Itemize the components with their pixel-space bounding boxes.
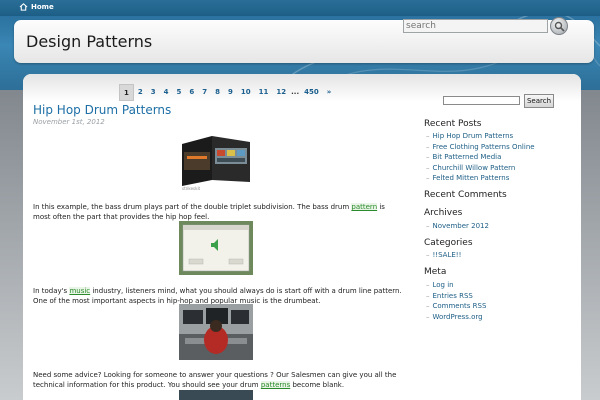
page-link[interactable]: 4 [160, 84, 173, 101]
page-link[interactable]: 8 [211, 84, 224, 101]
meta-heading: Meta [424, 267, 447, 277]
archives-heading: Archives [424, 208, 463, 218]
content-card [23, 74, 581, 400]
recent-post-link[interactable]: Hip Hop Drum Patterns [426, 131, 535, 142]
categories-list: !!SALE!! [426, 250, 462, 261]
recent-comments-heading: Recent Comments [424, 190, 507, 200]
pagination: 1 2 3 4 5 6 7 8 9 10 11 12 ... 450 » [119, 84, 335, 101]
top-nav-bar: Home [0, 0, 600, 16]
category-link[interactable]: !!SALE!! [426, 250, 462, 261]
sidebar-search-button[interactable]: Search [524, 94, 554, 108]
post-title[interactable]: Hip Hop Drum Patterns [33, 103, 171, 117]
page-link[interactable]: 5 [173, 84, 186, 101]
recent-posts-list: Hip Hop Drum Patterns Free Clothing Patt… [426, 131, 535, 184]
categories-heading: Categories [424, 238, 473, 248]
post-paragraph-2: In today's music industry, listeners min… [33, 286, 403, 306]
page-link[interactable]: 6 [185, 84, 198, 101]
page-link[interactable]: 2 [134, 84, 147, 101]
home-link-label: Home [31, 3, 54, 11]
product-box-image: strikeskit [178, 132, 254, 190]
patterns-link[interactable]: patterns [260, 381, 291, 389]
archive-link[interactable]: November 2012 [426, 221, 489, 232]
paragraph-text: become blank. [290, 381, 345, 389]
paragraph-text: In this example, the bass drum plays par… [33, 203, 352, 211]
music-link[interactable]: music [69, 287, 91, 295]
page-link-last[interactable]: 450 [300, 84, 323, 101]
home-icon [19, 3, 28, 11]
recent-post-link[interactable]: Bit Patterned Media [426, 152, 535, 163]
partial-image [179, 390, 253, 400]
page-next[interactable]: » [323, 84, 336, 101]
page-link[interactable]: 7 [198, 84, 211, 101]
page-link[interactable]: 9 [224, 84, 237, 101]
meta-link[interactable]: Entries RSS [426, 291, 486, 302]
page-link[interactable]: 3 [147, 84, 160, 101]
studio-photo [179, 304, 253, 360]
page-link[interactable]: 12 [272, 84, 290, 101]
paragraph-text: In today's [33, 287, 70, 295]
page-ellipsis: ... [291, 88, 300, 96]
software-dialog-image [179, 221, 253, 275]
search-icon [554, 21, 565, 32]
meta-link[interactable]: Comments RSS [426, 301, 487, 312]
meta-link[interactable]: WordPress.org [426, 312, 486, 323]
pattern-link[interactable]: pattern [351, 203, 378, 211]
page-link[interactable]: 10 [237, 84, 255, 101]
svg-text:strikeskit: strikeskit [182, 186, 201, 190]
post-date: November 1st, 2012 [33, 118, 105, 126]
page-link[interactable]: 11 [255, 84, 273, 101]
post-paragraph-3: Need some advice? Looking for someone to… [33, 370, 403, 390]
post-paragraph-1: In this example, the bass drum plays par… [33, 202, 403, 222]
recent-post-link[interactable]: Felted Mitten Patterns [426, 173, 535, 184]
home-link[interactable]: Home [19, 3, 54, 11]
recent-post-link[interactable]: Churchill Willow Pattern [426, 163, 535, 174]
page-current: 1 [119, 84, 134, 101]
header-search-input[interactable] [403, 19, 548, 33]
meta-link[interactable]: Log in [426, 280, 486, 291]
meta-list: Log in Entries RSS Comments RSS WordPres… [426, 280, 487, 323]
sidebar-search-input[interactable] [443, 96, 520, 105]
recent-posts-heading: Recent Posts [424, 119, 482, 129]
header-search-button[interactable] [550, 17, 568, 35]
archives-list: November 2012 [426, 221, 489, 232]
recent-post-link[interactable]: Free Clothing Patterns Online [426, 142, 535, 153]
site-title[interactable]: Design Patterns [26, 32, 152, 51]
